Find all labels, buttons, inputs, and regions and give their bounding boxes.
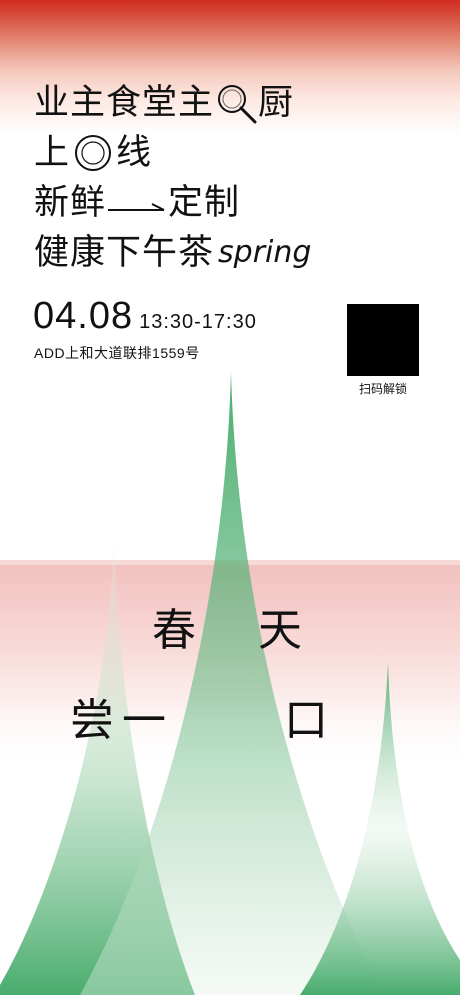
mountain-peaks — [0, 372, 460, 995]
slogan-char: 尝 — [70, 695, 114, 746]
slogan-char: 一 — [122, 695, 166, 746]
slogan-char: 口 — [284, 695, 328, 746]
poster: 业主食堂主 厨 上 线 新鲜 定制 健康下午茶 spring 04.08 13:… — [0, 0, 460, 995]
slogan-char: 天 — [258, 605, 302, 656]
slogan-char: 春 — [152, 605, 196, 656]
